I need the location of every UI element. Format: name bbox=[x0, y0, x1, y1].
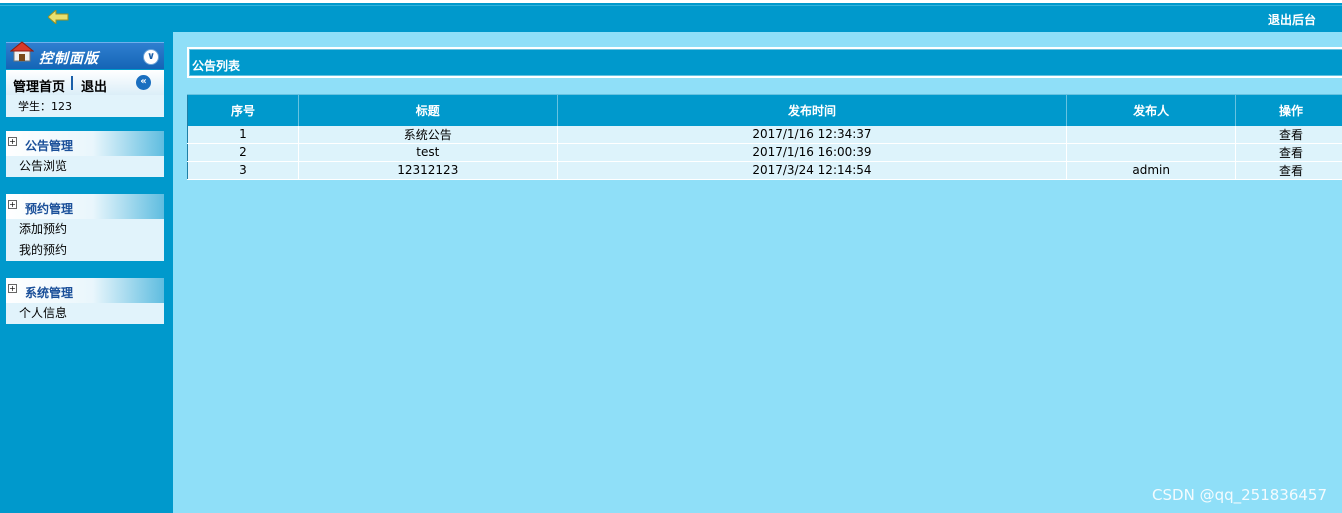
group-system-management: + 系统管理 个人信息 bbox=[6, 278, 164, 324]
view-link[interactable]: 查看 bbox=[1235, 143, 1342, 162]
cell-publisher: admin bbox=[1066, 161, 1237, 180]
cell-title: test bbox=[298, 143, 558, 162]
group-header-system[interactable]: + 系统管理 bbox=[6, 278, 164, 303]
main-content: 公告列表 序号 标题 发布时间 发布人 操作 1 系统公告 2017/1/16 … bbox=[173, 32, 1342, 513]
house-icon bbox=[10, 41, 34, 62]
group-items: 个人信息 bbox=[6, 303, 164, 324]
control-panel-header: 控制面版 ∨ bbox=[6, 41, 164, 69]
column-header-publish-time: 发布时间 bbox=[557, 94, 1068, 126]
column-header-index: 序号 bbox=[187, 94, 299, 126]
column-header-publisher: 发布人 bbox=[1066, 94, 1237, 126]
list-header-bar bbox=[189, 49, 1342, 76]
link-separator bbox=[71, 76, 73, 90]
cell-index: 1 bbox=[187, 125, 299, 144]
notice-table: 序号 标题 发布时间 发布人 操作 1 系统公告 2017/1/16 12:34… bbox=[187, 94, 1342, 180]
column-header-title: 标题 bbox=[298, 94, 558, 126]
cell-title: 系统公告 bbox=[298, 125, 558, 144]
cell-index: 3 bbox=[187, 161, 299, 180]
user-links: 管理首页 退出 « bbox=[6, 70, 164, 95]
group-header-reservation[interactable]: + 预约管理 bbox=[6, 194, 164, 219]
table-row: 2 test 2017/1/16 16:00:39 查看 bbox=[187, 143, 1342, 162]
user-info: 学生：123 bbox=[18, 100, 72, 113]
exit-link[interactable]: 退出 bbox=[81, 76, 107, 95]
logout-backend-link[interactable]: 退出后台 bbox=[1268, 11, 1316, 28]
table-row: 3 12312123 2017/3/24 12:14:54 admin 查看 bbox=[187, 161, 1342, 180]
group-items: 公告浏览 bbox=[6, 156, 164, 177]
sidebar-item-my-reservations[interactable]: 我的预约 bbox=[6, 240, 164, 261]
group-title: 系统管理 bbox=[25, 286, 74, 300]
cell-publish-time: 2017/1/16 16:00:39 bbox=[557, 143, 1068, 162]
expand-icon: + bbox=[8, 137, 17, 146]
admin-home-link[interactable]: 管理首页 bbox=[13, 76, 65, 95]
top-bar-divider bbox=[0, 5, 1342, 6]
panel-toggle-icon[interactable]: ∨ bbox=[143, 49, 159, 65]
collapse-sidebar-icon[interactable]: « bbox=[136, 75, 151, 90]
view-link[interactable]: 查看 bbox=[1235, 125, 1342, 144]
cell-publish-time: 2017/3/24 12:14:54 bbox=[557, 161, 1068, 180]
cell-title: 12312123 bbox=[298, 161, 558, 180]
expand-icon: + bbox=[8, 284, 17, 293]
group-title: 预约管理 bbox=[25, 202, 74, 216]
sidebar-item-browse-notices[interactable]: 公告浏览 bbox=[6, 156, 164, 177]
user-box: 管理首页 退出 « 学生：123 bbox=[6, 70, 164, 117]
control-panel-title: 控制面版 bbox=[39, 51, 99, 67]
cell-index: 2 bbox=[187, 143, 299, 162]
view-link[interactable]: 查看 bbox=[1235, 161, 1342, 180]
list-title: 公告列表 bbox=[192, 59, 241, 73]
table-row: 1 系统公告 2017/1/16 12:34:37 查看 bbox=[187, 125, 1342, 144]
cell-publish-time: 2017/1/16 12:34:37 bbox=[557, 125, 1068, 144]
back-arrow-icon[interactable] bbox=[48, 10, 70, 24]
group-header-notice[interactable]: + 公告管理 bbox=[6, 131, 164, 156]
column-header-action: 操作 bbox=[1235, 94, 1342, 126]
cell-publisher bbox=[1066, 125, 1237, 144]
group-items: 添加预约 我的预约 bbox=[6, 219, 164, 261]
watermark: CSDN @qq_251836457 bbox=[1152, 486, 1327, 504]
expand-icon: + bbox=[8, 200, 17, 209]
top-bar: 退出后台 bbox=[0, 0, 1342, 32]
group-reservation-management: + 预约管理 添加预约 我的预约 bbox=[6, 194, 164, 261]
group-title: 公告管理 bbox=[25, 139, 74, 153]
sidebar: 控制面版 ∨ 管理首页 退出 « 学生：123 + 公告管理 公告浏览 + 预约… bbox=[0, 32, 173, 513]
cell-publisher bbox=[1066, 143, 1237, 162]
group-notice-management: + 公告管理 公告浏览 bbox=[6, 131, 164, 177]
list-header: 公告列表 bbox=[187, 47, 1342, 78]
sidebar-item-add-reservation[interactable]: 添加预约 bbox=[6, 219, 164, 240]
table-header-row: 序号 标题 发布时间 发布人 操作 bbox=[187, 94, 1342, 126]
sidebar-item-personal-info[interactable]: 个人信息 bbox=[6, 303, 164, 324]
